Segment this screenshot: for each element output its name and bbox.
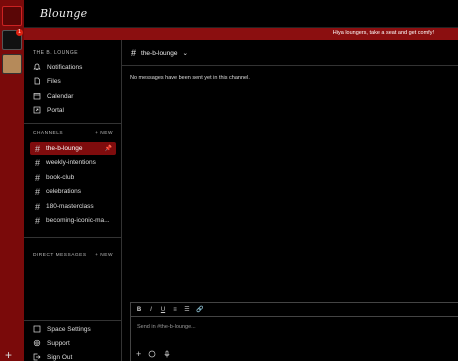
bold-button[interactable]: B (136, 307, 142, 313)
notification-badge: 1 (16, 29, 23, 36)
add-attachment-icon[interactable]: + (136, 349, 141, 359)
bell-icon (33, 63, 41, 70)
list-button[interactable]: ≡ (172, 307, 178, 313)
emoji-icon[interactable] (148, 350, 156, 358)
link-button[interactable]: 🔗 (196, 306, 203, 313)
footer-item-label: Sign Out (47, 353, 73, 361)
hash-icon: # (34, 201, 40, 212)
channel-header: # the-b-lounge ⌄ (122, 40, 458, 66)
channels-header: CHANNELS + NEW (33, 131, 113, 136)
org-name: THE B. LOUNGE (33, 50, 79, 56)
channel-item[interactable]: # 180-masterclass (30, 200, 116, 213)
sign-out-icon (33, 353, 41, 361)
settings-icon (33, 325, 41, 333)
workspace-rail: 1 + (0, 0, 24, 361)
footer-item-label: Space Settings (47, 325, 91, 333)
channel-name: the-b-lounge (46, 145, 83, 152)
announcement-banner: Hiya loungers, take a seat and get comfy… (24, 28, 458, 40)
composer-actions: + (136, 349, 171, 359)
calendar-icon (33, 93, 41, 100)
workspace-icon[interactable]: 1 (2, 29, 23, 50)
channel-title: the-b-lounge (141, 49, 178, 57)
top-bar: Blounge (24, 0, 458, 28)
file-icon (34, 77, 40, 85)
channel-name: 180-masterclass (46, 203, 94, 210)
hash-icon: # (34, 157, 40, 168)
workspace-icon-profile[interactable] (2, 54, 22, 74)
footer-item-label: Support (47, 339, 70, 347)
pin-icon[interactable]: 📌 (105, 145, 112, 152)
sign-out-button[interactable]: Sign Out (33, 351, 72, 361)
channel-name: celebrations (46, 188, 82, 195)
sidebar-item-label: Portal (47, 106, 64, 114)
channel-item[interactable]: # celebrations (30, 185, 116, 198)
numbered-list-button[interactable]: ☰ (184, 306, 190, 313)
channel-title-dropdown[interactable]: # the-b-lounge ⌄ (131, 48, 188, 58)
channel-name: book-club (46, 174, 75, 181)
hash-icon: # (34, 172, 40, 183)
dm-header: DIRECT MESSAGES + NEW (33, 253, 113, 258)
app-logo[interactable]: Blounge (40, 7, 87, 20)
format-toolbar: B I U ≡ ☰ 🔗 (131, 303, 458, 317)
workspace-icon-active[interactable] (2, 6, 22, 26)
new-dm-button[interactable]: + NEW (95, 253, 113, 258)
divider (24, 123, 122, 124)
hash-icon: # (34, 186, 40, 197)
message-composer: B I U ≡ ☰ 🔗 Send in #the-b-lounge... + (130, 302, 458, 361)
hash-icon: # (34, 215, 40, 226)
channel-item[interactable]: # weekly-intentions (30, 156, 116, 169)
add-workspace-icon[interactable]: + (5, 349, 12, 361)
sidebar-item-label: Files (47, 77, 61, 85)
hash-icon: # (131, 48, 137, 58)
channel-name: weekly-intentions (46, 159, 96, 166)
microphone-icon[interactable] (163, 350, 171, 358)
underline-button[interactable]: U (160, 307, 166, 313)
hash-icon: # (34, 143, 40, 154)
new-channel-button[interactable]: + NEW (95, 131, 113, 136)
support-icon (33, 339, 41, 347)
divider (24, 320, 122, 321)
portal-icon (33, 106, 41, 114)
dm-heading: DIRECT MESSAGES (33, 253, 87, 258)
main-panel: # the-b-lounge ⌄ No messages have been s… (122, 40, 458, 361)
message-input[interactable]: Send in #the-b-lounge... (137, 324, 196, 330)
support-button[interactable]: Support (33, 337, 70, 349)
space-settings-button[interactable]: Space Settings (33, 323, 91, 335)
sidebar-item-calendar[interactable]: Calendar (33, 90, 73, 102)
sidebar-item-notifications[interactable]: Notifications (33, 61, 82, 73)
italic-button[interactable]: I (148, 307, 154, 313)
sidebar-item-portal[interactable]: Portal (33, 104, 64, 116)
sidebar-item-label: Notifications (47, 63, 83, 71)
empty-state-text: No messages have been sent yet in this c… (130, 75, 250, 81)
channel-item[interactable]: # becoming-iconic-ma... (30, 214, 116, 227)
channel-item-active[interactable]: # the-b-lounge 📌 (30, 142, 116, 155)
banner-text: Hiya loungers, take a seat and get comfy… (332, 30, 434, 36)
sidebar-item-files[interactable]: Files (33, 75, 61, 87)
sidebar-item-label: Calendar (47, 92, 74, 100)
channels-heading: CHANNELS (33, 131, 64, 136)
sidebar: THE B. LOUNGE Notifications Files Calend… (24, 40, 122, 361)
chevron-down-icon: ⌄ (182, 50, 188, 57)
channel-name: becoming-iconic-ma... (46, 217, 110, 224)
channel-item[interactable]: # book-club (30, 171, 116, 184)
divider (24, 237, 122, 238)
